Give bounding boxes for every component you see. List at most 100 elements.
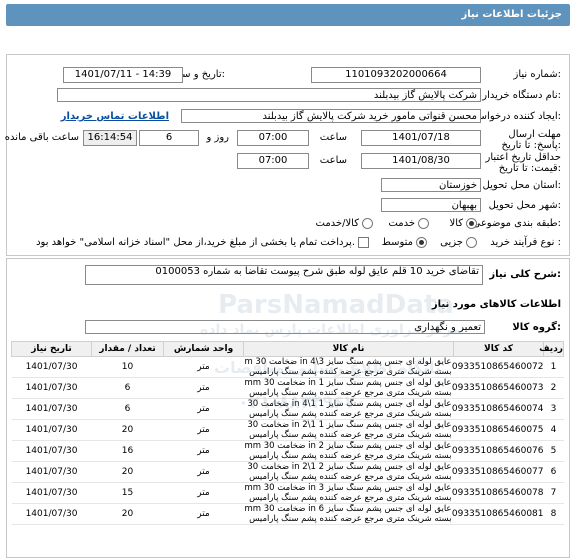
days-field: 6 [139,130,199,146]
cell-name-line: عایق لوله ای جنس پشم سنگ سایز in 2\1 2 ض… [244,462,452,472]
cell-date-line: 1401/07/30 [25,488,78,498]
cell-name-line: بسته شرینک متری مرجع عرضه کننده پشم سنگ … [249,409,452,419]
table-row: 2 0933510865460073 عایق لوله ای جنس پشم سن… [11,377,564,399]
cell-date-line: 1401/07/30 [25,404,78,414]
cell-row-number-line: 2 [550,383,557,393]
table-row: 5 0933510865460076 عایق لوله ای جنس پشم سن… [11,440,564,462]
cell-qty: 6 [91,377,164,399]
cell-date-line: 1401/07/30 [25,467,78,477]
cell-name: عایق لوله ای جنس پشم سنگ سایز in 2 ضخامت… [243,440,454,462]
deadline-time-label: ساعت [319,132,347,143]
col-qty-header: تعداد / مقدار [91,341,164,357]
cell-qty: 20 [91,419,164,441]
cell-date-line: 1401/07/30 [25,425,78,435]
cell-name: عایق لوله ای جنس پشم سنگ سایز in 2\1 1 ض… [243,419,454,441]
cell-qty: 16 [91,440,164,462]
category-goods-label: کالا [449,218,463,229]
cell-code: 0933510865460076 [451,440,544,462]
creator-field: محسن قنواتی مامور خرید شرکت پالایش گاز ب… [181,109,481,123]
cell-name: عایق لوله ای جنس پشم سنگ سایز in 4\3 ضخا… [243,356,454,378]
cell-code: 0933510865460073 [452,377,544,399]
cell-qty-line: 6 [124,404,131,414]
need-details-panel: شماره نیاز: 1101093202000664 تاریخ و ساع… [4,54,570,256]
category-label: طبقه بندی موضوعی: [472,218,562,229]
need-number-field: 1101093202000664 [311,67,481,83]
validity-time-label: ساعت [319,155,347,166]
goods-group-field: تعمیر و نگهداری [85,320,485,334]
province-label: استان محل تحویل: [482,180,561,191]
col-name-header: نام کالا [243,341,454,357]
cell-date: 1401/07/30 [11,440,92,462]
cell-name-line: عایق لوله ای جنس پشم سنگ سایز in 2 ضخامت… [244,441,452,451]
table-row: 6 0933510865460077 عایق لوله ای جنس پشم سن… [11,461,564,483]
category-goods-radio[interactable] [466,218,477,229]
cell-row-number: 8 [543,503,564,525]
cell-name-line: بسته شرینک متری مرجع عرضه کننده پشم سنگ … [249,388,452,398]
cell-name-line: عایق لوله ای جنس پشم سنگ سایز in 4\1 1 ض… [244,399,452,409]
col-row-header: ردیف [539,341,564,357]
cell-row-number-line: 3 [550,404,557,414]
cell-qty: 20 [91,461,164,483]
page-header: جزئیات اطلاعات نیاز [6,4,570,26]
cell-name: عایق لوله ای جنس پشم سنگ سایز in 1 ضخامت… [243,377,454,399]
goods-table-header: ردیف کد کالا نام کالا واحد شمارش تعداد /… [11,341,564,357]
deadline-label: مهلت ارسال پاسخ: تا تاریخ: [501,129,562,151]
days-label: روز و [206,132,230,143]
cell-name-line: عایق لوله ای جنس پشم سنگ سایز in 1 ضخامت… [244,378,452,388]
validity-time-field: 07:00 [237,153,309,169]
validity-label: حداقل تاریخ اعتبار قیمت: تا تاریخ: [485,152,561,174]
cell-date-line: 1401/07/30 [25,383,78,393]
cell-name-line: بسته شرینک متری مرجع عرضه کننده پشم سنگ … [249,430,452,440]
treasury-payment-checkbox[interactable] [358,237,369,248]
cell-name-line: بسته شرینک متری مرجع عرضه کننده پشم سنگ … [249,493,452,503]
cell-code-line: 0933510865460076 [451,446,544,456]
cell-qty: 10 [91,356,164,378]
cell-code: 0933510865460077 [452,461,544,483]
cell-qty-line: 6 [124,383,131,393]
cell-code: 0933510865460075 [452,419,544,441]
cell-unit: متر [163,440,244,462]
process-medium-radio[interactable] [416,237,427,248]
cell-date: 1401/07/30 [11,398,92,420]
validity-date-field: 1401/08/30 [361,153,481,169]
cell-code: 0933510865460074 [451,398,544,420]
cell-row-number-line: 1 [550,362,557,372]
cell-unit-line: متر [197,509,210,519]
cell-row-number-line: 6 [550,467,557,477]
process-minor-radio[interactable] [466,237,477,248]
cell-date: 1401/07/30 [11,356,92,378]
cell-name-line: عایق لوله ای جنس پشم سنگ سایز in 4\3 ضخا… [244,357,452,367]
cell-row-number-line: 5 [550,446,557,456]
cell-code: 0933510865460078 [451,482,544,504]
cell-code-line: 0933510865460078 [451,488,544,498]
category-both-radio[interactable] [362,218,373,229]
cell-name: عایق لوله ای جنس پشم سنگ سایز in 2\1 2 ض… [243,461,454,483]
remaining-label: ساعت باقی مانده [4,132,79,143]
cell-unit: متر [163,377,244,399]
process-medium-label: متوسط [381,237,413,248]
cell-row-number: 3 [543,398,564,420]
cell-name: عایق لوله ای جنس پشم سنگ سایز in 4\1 1 ض… [243,398,454,420]
cell-code-line: 0933510865460074 [451,404,544,414]
cell-unit-line: متر [197,467,210,477]
category-service-label: خدمت [388,218,415,229]
cell-date: 1401/07/30 [11,461,92,483]
cell-unit-line: متر [197,488,210,498]
announce-field: 1401/07/11 - 14:39 [63,67,183,83]
goods-section-title: اطلاعات کالاهای مورد نیاز [431,299,561,310]
buyer-contact-link[interactable]: اطلاعات تماس خریدار [61,111,169,122]
cell-name-line: عایق لوله ای جنس پشم سنگ سایز in 3 ضخامت… [244,483,452,493]
buyer-org-field: شرکت پالایش گاز بیدبلند [57,88,481,102]
cell-name-line: بسته شرینک متری مرجع عرضه کننده پشم سنگ … [249,451,452,461]
cell-unit-line: متر [197,404,210,414]
category-service-radio[interactable] [418,218,429,229]
cell-date: 1401/07/30 [11,419,92,441]
process-minor-label: جزیی [440,237,463,248]
cell-date: 1401/07/30 [11,503,92,525]
creator-label: ایجاد کننده درخواست: [468,111,561,122]
cell-date: 1401/07/30 [11,482,92,504]
cell-unit-line: متر [197,383,210,393]
cell-unit: متر [163,356,244,378]
cell-qty-line: 15 [121,488,134,498]
cell-qty-line: 10 [121,362,134,372]
